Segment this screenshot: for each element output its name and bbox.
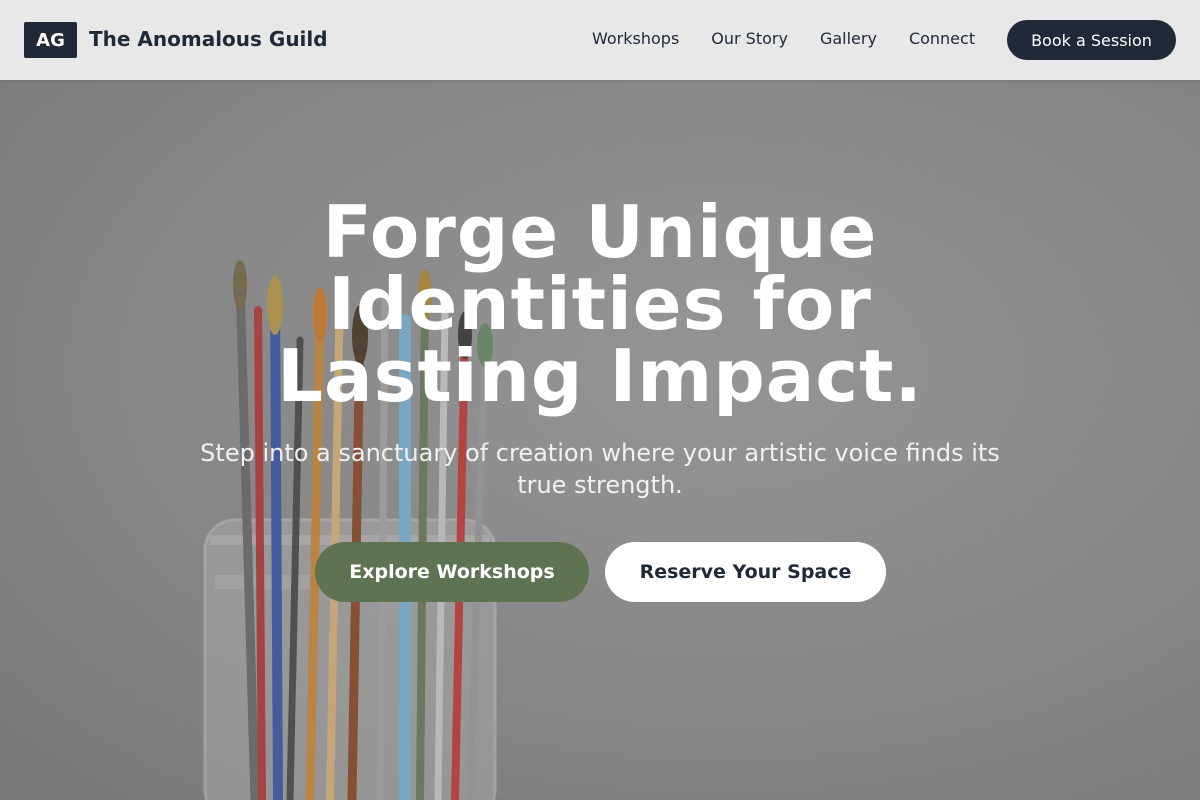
- explore-workshops-button[interactable]: Explore Workshops: [315, 542, 589, 602]
- reserve-space-button[interactable]: Reserve Your Space: [605, 542, 886, 602]
- hero-title-line: Forge Unique: [322, 190, 878, 274]
- main-nav: Workshops Our Story Gallery Connect: [592, 29, 975, 48]
- nav-link-workshops[interactable]: Workshops: [592, 29, 679, 48]
- hero-title-line: Identities for: [328, 262, 872, 346]
- nav-link-gallery[interactable]: Gallery: [820, 29, 877, 48]
- hero-title: Forge Unique Identities for Lasting Impa…: [0, 196, 1200, 412]
- hero-title-line: Lasting Impact.: [277, 334, 923, 418]
- hero-subtitle: Step into a sanctuary of creation where …: [200, 439, 1000, 499]
- nav-link-connect[interactable]: Connect: [909, 29, 975, 48]
- site-header: AG The Anomalous Guild Workshops Our Sto…: [0, 0, 1200, 80]
- book-session-button[interactable]: Book a Session: [1007, 20, 1176, 60]
- brand-name[interactable]: The Anomalous Guild: [89, 27, 328, 51]
- nav-link-our-story[interactable]: Our Story: [711, 29, 788, 48]
- logo-badge[interactable]: AG: [24, 22, 77, 58]
- hero-section: Forge Unique Identities for Lasting Impa…: [0, 80, 1200, 800]
